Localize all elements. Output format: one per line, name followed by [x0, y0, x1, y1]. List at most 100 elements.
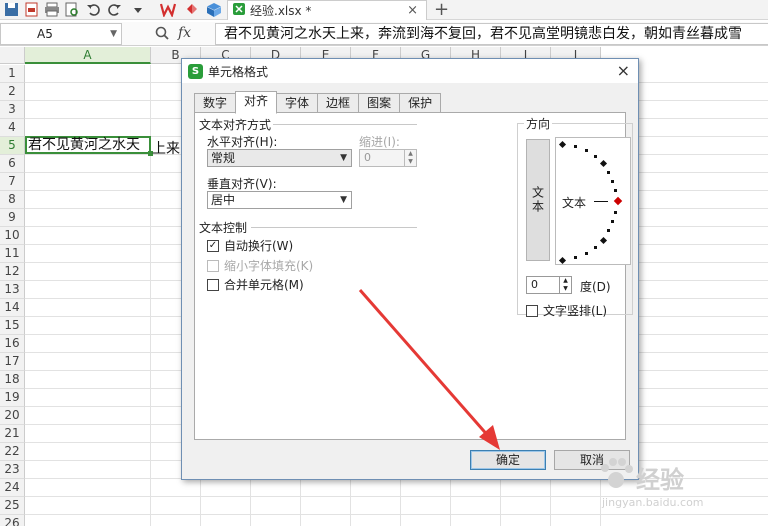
title-bar: 经验.xlsx * × +: [0, 0, 768, 20]
grid-line: [150, 65, 151, 526]
redo-icon[interactable]: [106, 2, 122, 17]
formula-input[interactable]: 君不见黄河之水天上来，奔流到海不复回，君不见高堂明镜悲白发，朝如青丝暮成雪: [215, 23, 768, 45]
print-preview-icon[interactable]: [64, 2, 80, 17]
export-pdf-icon[interactable]: [24, 2, 40, 17]
dial-dot: [611, 180, 614, 183]
dialog-tabs: 数字 对齐 字体 边框 图案 保护: [194, 91, 442, 114]
row-header-15[interactable]: 15: [0, 317, 25, 335]
row-header-18[interactable]: 18: [0, 371, 25, 389]
row-header-14[interactable]: 14: [0, 299, 25, 317]
text-align-group-label: 文本对齐方式: [199, 118, 272, 132]
undo-icon[interactable]: [86, 2, 102, 17]
vertical-align-select[interactable]: 居中 ▼: [207, 191, 352, 209]
orientation-dial[interactable]: 文本: [555, 137, 631, 265]
row-header-9[interactable]: 9: [0, 209, 25, 227]
tab-4[interactable]: 图案: [358, 93, 401, 113]
row-header-13[interactable]: 13: [0, 281, 25, 299]
chevron-down-icon: ▼: [340, 195, 347, 205]
cell-a5[interactable]: 君不见黄河之水天: [25, 136, 153, 156]
vertical-align-label: 垂直对齐(V):: [207, 177, 277, 191]
row-header-12[interactable]: 12: [0, 263, 25, 281]
dial-text: 文本: [562, 196, 587, 210]
select-all-corner[interactable]: [0, 47, 25, 64]
stepper-arrows-icon: ▲ ▼: [404, 150, 416, 166]
tab-3[interactable]: 边框: [317, 93, 360, 113]
dial-dot: [607, 171, 610, 174]
degrees-label: 度(D): [580, 280, 611, 294]
stepper-arrows-icon[interactable]: ▲ ▼: [559, 277, 571, 293]
more-dropdown-icon[interactable]: [130, 2, 146, 17]
fx-icon[interactable]: fx: [178, 25, 191, 41]
close-tab-icon[interactable]: ×: [407, 3, 418, 18]
row-header-24[interactable]: 24: [0, 479, 25, 497]
tab-1[interactable]: 对齐: [235, 91, 278, 114]
new-tab-button[interactable]: +: [434, 0, 449, 20]
orientation-group: 方向 文本 文本 0 ▲ ▼ 度(D) 文字竖排(L): [517, 115, 633, 318]
name-box[interactable]: A5 ▼: [0, 23, 122, 45]
stacked-text-checkbox[interactable]: 文字竖排(L): [526, 302, 607, 319]
column-header-a[interactable]: A: [25, 47, 151, 64]
shrink-to-fit-checkbox: 缩小字体填充(K): [207, 257, 313, 274]
row-header-6[interactable]: 6: [0, 155, 25, 173]
wrap-text-checkbox[interactable]: ✓ 自动换行(W): [207, 237, 293, 254]
row-header-23[interactable]: 23: [0, 461, 25, 479]
row-header-2[interactable]: 2: [0, 83, 25, 101]
save-icon[interactable]: [4, 2, 20, 17]
wps-logo-icon[interactable]: [159, 2, 177, 19]
row-header-11[interactable]: 11: [0, 245, 25, 263]
formula-bar: A5 ▼ fx 君不见黄河之水天上来，奔流到海不复回，君不见高堂明镜悲白发，朝如青…: [0, 22, 768, 46]
cloud-box-icon[interactable]: [206, 2, 222, 17]
horizontal-align-select[interactable]: 常规 ▼: [207, 149, 352, 167]
degrees-stepper[interactable]: 0 ▲ ▼: [526, 276, 572, 294]
row-header-8[interactable]: 8: [0, 191, 25, 209]
vertical-text-button[interactable]: 文本: [526, 139, 550, 261]
watermark-url: jingyan.baidu.com: [602, 496, 704, 509]
row-header-3[interactable]: 3: [0, 101, 25, 119]
row-header-19[interactable]: 19: [0, 389, 25, 407]
row-header-17[interactable]: 17: [0, 353, 25, 371]
spreadsheet-file-icon: [232, 2, 246, 19]
dial-pointer: [594, 201, 608, 202]
dialog-title-bar[interactable]: S 单元格格式: [182, 59, 638, 83]
row-header-4[interactable]: 4: [0, 119, 25, 137]
tab-0[interactable]: 数字: [194, 93, 237, 113]
dial-dot: [594, 246, 597, 249]
dial-handle[interactable]: [613, 196, 623, 206]
row-header-1[interactable]: 1: [0, 65, 25, 83]
merge-cells-label: 合并单元格(M): [224, 278, 304, 292]
zoom-icon[interactable]: [154, 24, 170, 45]
row-header-16[interactable]: 16: [0, 335, 25, 353]
tab-2[interactable]: 字体: [276, 93, 319, 113]
indent-stepper: 0 ▲ ▼: [359, 149, 417, 167]
row-header-7[interactable]: 7: [0, 173, 25, 191]
shrink-to-fit-label: 缩小字体填充(K): [224, 259, 314, 273]
dial-marker: [558, 140, 567, 149]
close-icon[interactable]: ×: [617, 61, 630, 80]
tab-5[interactable]: 保护: [399, 93, 442, 113]
print-icon[interactable]: [44, 2, 60, 17]
docer-icon[interactable]: [184, 2, 200, 17]
divider: [273, 124, 417, 125]
paw-logo-icon: [601, 458, 633, 488]
row-header-22[interactable]: 22: [0, 443, 25, 461]
row-header-25[interactable]: 25: [0, 497, 25, 515]
row-header-26[interactable]: 26: [0, 515, 25, 526]
file-tab-label: 经验.xlsx *: [250, 4, 312, 18]
ok-button[interactable]: 确定: [470, 450, 546, 470]
text-control-group-label: 文本控制: [199, 221, 248, 235]
dial-marker: [558, 256, 567, 265]
watermark: 经验 jingyan.baidu.com: [596, 448, 762, 518]
merge-cells-checkbox[interactable]: 合并单元格(M): [207, 276, 304, 293]
horizontal-align-label: 水平对齐(H):: [207, 135, 278, 149]
chevron-down-icon[interactable]: ▼: [110, 24, 117, 44]
dialog-title: 单元格格式: [208, 64, 269, 79]
file-tab[interactable]: 经验.xlsx * ×: [227, 0, 427, 20]
cell-a5-value: 君不见黄河之水天: [28, 137, 140, 153]
row-header-5[interactable]: 5: [0, 137, 25, 155]
row-header-21[interactable]: 21: [0, 425, 25, 443]
format-cells-dialog: S 单元格格式 × 数字 对齐 字体 边框 图案 保护 文本对齐方式 水平对齐(H): 常…: [181, 58, 639, 480]
row-header-10[interactable]: 10: [0, 227, 25, 245]
name-box-value: A5: [37, 27, 53, 41]
row-header-20[interactable]: 20: [0, 407, 25, 425]
dial-marker: [599, 159, 608, 168]
